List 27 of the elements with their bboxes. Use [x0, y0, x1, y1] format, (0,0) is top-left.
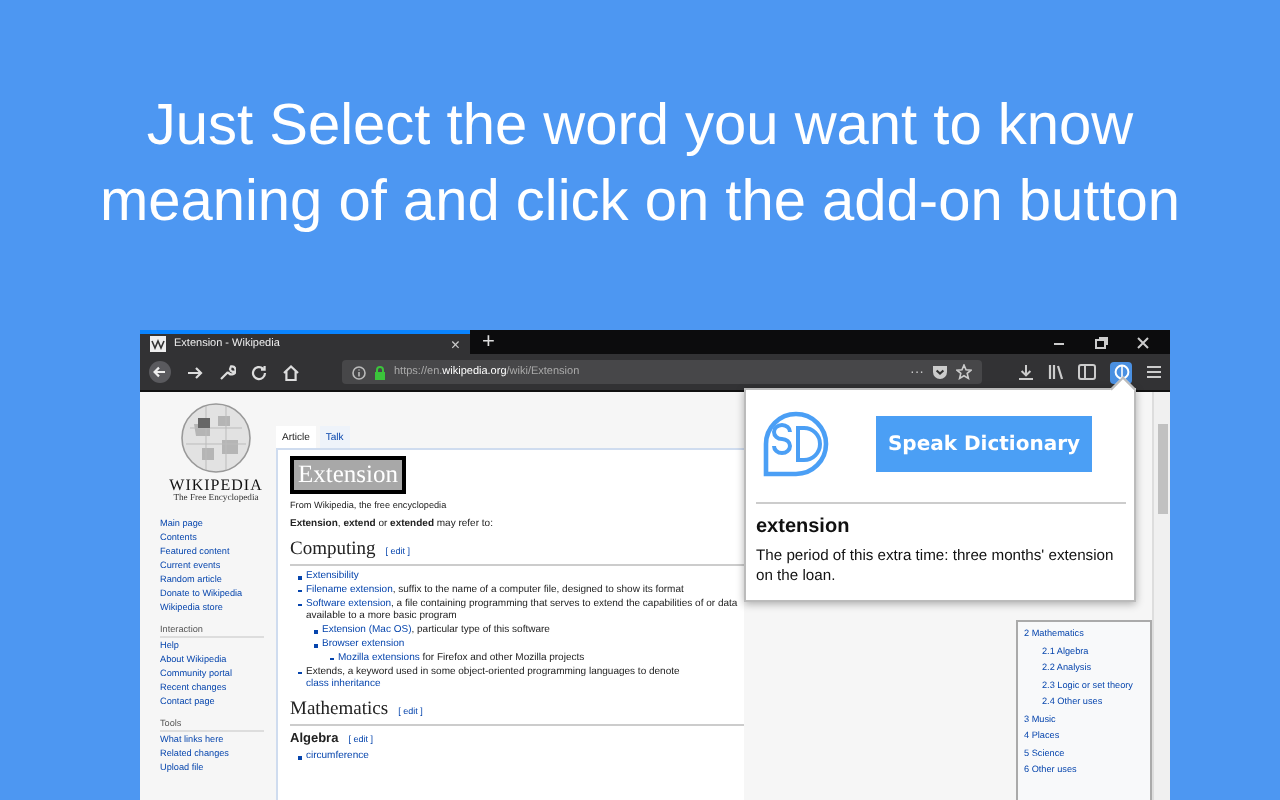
- wrench-icon[interactable]: [218, 363, 236, 381]
- home-icon[interactable]: [282, 363, 300, 381]
- back-icon[interactable]: [148, 360, 172, 384]
- pocket-icon[interactable]: [932, 364, 948, 380]
- section-heading: Mathematics: [290, 700, 389, 721]
- info-icon[interactable]: [352, 365, 366, 379]
- wordmark: WIKIPEDIA: [169, 478, 263, 492]
- forward-icon[interactable]: [186, 363, 204, 381]
- tab-close-button[interactable]: ×: [450, 335, 460, 353]
- selected-title-text: Extension: [290, 456, 406, 494]
- download-icon[interactable]: [1018, 364, 1034, 380]
- restore-icon[interactable]: [1094, 335, 1108, 349]
- new-tab-button[interactable]: +: [470, 330, 507, 354]
- definition-word: extension: [756, 516, 852, 538]
- section-heading: Computing: [290, 540, 376, 560]
- reload-icon[interactable]: [250, 363, 268, 381]
- menu-icon[interactable]: [1146, 364, 1162, 380]
- extension-button[interactable]: [1110, 361, 1132, 383]
- scrollbar-thumb[interactable]: [1157, 424, 1167, 514]
- puzzle-globe-logo[interactable]: [178, 400, 254, 476]
- headline: Just Select the word you want to know meaning of and click on the add-on button: [97, 92, 1183, 238]
- sd-logo: [760, 408, 832, 480]
- lock-icon: [374, 365, 386, 379]
- close-icon[interactable]: [1136, 335, 1150, 349]
- bookmark-star-icon[interactable]: [956, 364, 972, 380]
- library-icon[interactable]: [1048, 364, 1064, 380]
- sidebar-icon[interactable]: [1078, 364, 1096, 380]
